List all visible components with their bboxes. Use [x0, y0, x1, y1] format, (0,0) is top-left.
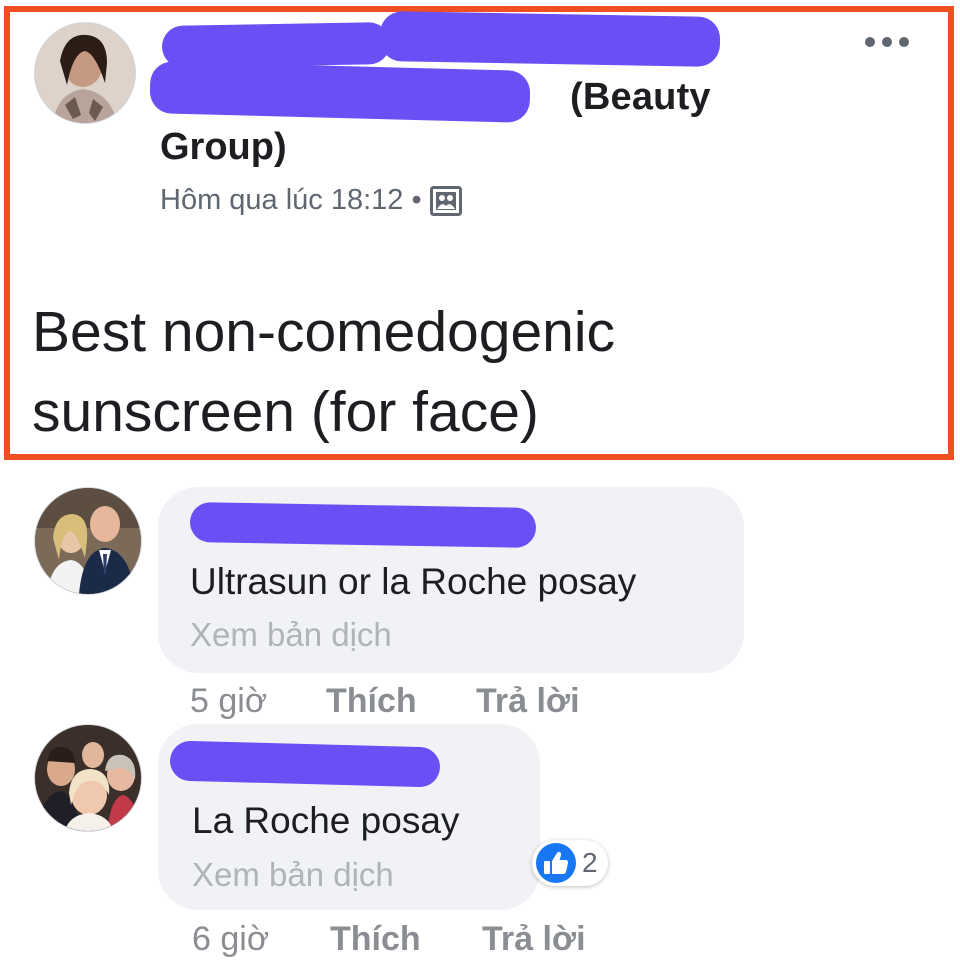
meta-separator: •: [411, 184, 422, 216]
commenter-2-photo: [35, 725, 141, 831]
group-photo-icon: [429, 185, 462, 216]
comment-1-translate-link[interactable]: Xem bản dịch: [190, 616, 392, 654]
post-timestamp[interactable]: Hôm qua lúc 18:12: [160, 184, 403, 217]
comment-2-text: La Roche posay: [192, 800, 460, 841]
ellipsis-icon[interactable]: [862, 30, 912, 54]
comment-1-time[interactable]: 5 giờ: [190, 682, 267, 721]
redacted-commenter-2-name: [169, 740, 441, 788]
redacted-name-1: [161, 22, 391, 68]
comment-2-reaction-summary[interactable]: 2: [532, 840, 608, 886]
post-body: Best non-comedogenic sunscreen (for face…: [32, 292, 912, 452]
reaction-count: 2: [582, 847, 598, 878]
comment-1-text: Ultrasun or la Roche posay: [190, 561, 637, 602]
redacted-name-2: [379, 11, 721, 67]
commenter-1-photo: [35, 488, 141, 594]
redacted-commenter-1-name: [189, 501, 537, 549]
commenter-2-avatar[interactable]: [34, 724, 142, 832]
comment-2-like-button[interactable]: Thích: [330, 920, 421, 959]
post-meta: Hôm qua lúc 18:12 •: [160, 184, 462, 217]
commenter-1-avatar[interactable]: [34, 487, 142, 595]
comment-1-like-button[interactable]: Thích: [326, 682, 417, 721]
poster-photo: [35, 23, 135, 123]
like-icon: [536, 843, 576, 883]
redacted-name-3: [149, 61, 531, 123]
comment-2-translate-link[interactable]: Xem bản dịch: [192, 856, 394, 894]
comment-2-time[interactable]: 6 giờ: [192, 920, 269, 959]
comment-1-reply-button[interactable]: Trả lời: [476, 682, 580, 721]
poster-avatar[interactable]: [34, 22, 136, 124]
group-name-suffix[interactable]: (Beauty: [570, 76, 711, 119]
post-body-line2: sunscreen (for face): [32, 380, 539, 444]
post-body-line1: Best non-comedogenic: [32, 300, 616, 364]
group-name-line2[interactable]: Group): [160, 126, 287, 169]
comment-2-reply-button[interactable]: Trả lời: [482, 920, 586, 959]
